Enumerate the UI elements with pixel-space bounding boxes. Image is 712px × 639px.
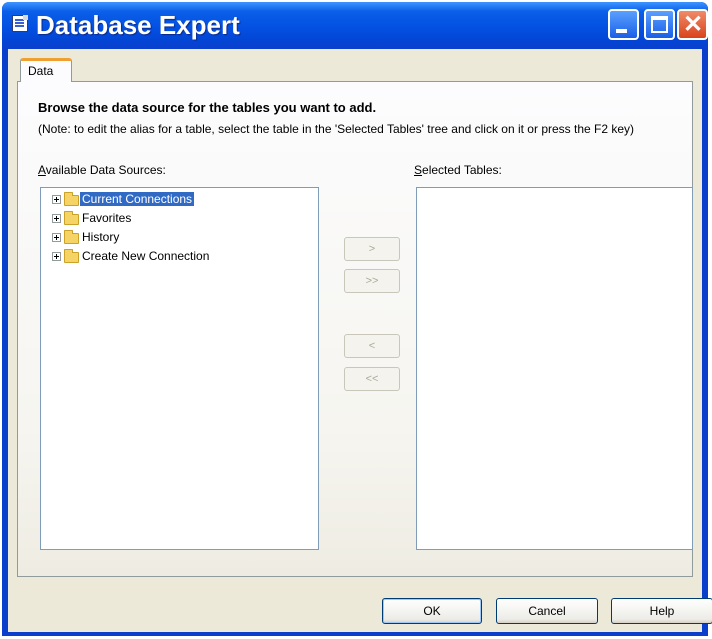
title-bar[interactable]: Database Expert ✕ [2, 2, 708, 49]
add-table-button[interactable]: > [344, 237, 400, 261]
expand-plus-icon[interactable] [52, 214, 61, 223]
cancel-button[interactable]: Cancel [496, 598, 598, 624]
ok-button[interactable]: OK [382, 598, 482, 624]
expand-plus-icon[interactable] [52, 252, 61, 261]
instruction-heading: Browse the data source for the tables yo… [38, 100, 377, 115]
folder-icon [64, 211, 79, 225]
folder-icon [64, 192, 79, 206]
available-label-text: vailable Data Sources: [45, 163, 166, 177]
database-expert-window: Database Expert ✕ Data Browse the data s… [2, 2, 712, 636]
tab-data[interactable]: Data [20, 58, 72, 82]
tree-item-label[interactable]: Current Connections [80, 192, 195, 206]
close-button[interactable]: ✕ [677, 9, 708, 40]
alias-note: (Note: to edit the alias for a table, se… [38, 122, 635, 136]
help-button[interactable]: Help [611, 598, 712, 624]
tree-item-label[interactable]: Create New Connection [80, 249, 211, 263]
app-icon[interactable] [12, 15, 28, 32]
add-all-tables-button[interactable]: >> [344, 269, 400, 293]
remove-table-button[interactable]: < [344, 334, 400, 358]
available-data-sources-label: Available Data Sources: [38, 163, 166, 177]
available-accelerator-key: A [38, 163, 46, 177]
selected-accelerator-key: S [414, 163, 423, 177]
maximize-button[interactable] [644, 9, 675, 40]
window-title: Database Expert [36, 10, 240, 40]
expand-plus-icon[interactable] [52, 195, 61, 204]
folder-icon [64, 230, 79, 244]
selected-tables-label: Selected Tables: [414, 163, 502, 177]
minimize-button[interactable] [608, 9, 639, 40]
tree-item-label[interactable]: Favorites [80, 211, 133, 225]
selected-tables-tree[interactable] [416, 187, 693, 550]
folder-icon [64, 249, 79, 263]
available-data-sources-tree[interactable]: Current Connections Favorites History Cr… [40, 187, 319, 550]
maximize-icon [651, 16, 668, 33]
selected-label-text: elected Tables: [422, 163, 502, 177]
expand-plus-icon[interactable] [52, 233, 61, 242]
dialog-client-area: Data Browse the data source for the tabl… [8, 49, 712, 632]
remove-all-tables-button[interactable]: << [344, 367, 400, 391]
close-icon: ✕ [683, 11, 704, 38]
minimize-icon [616, 29, 627, 33]
tree-item-label[interactable]: History [80, 230, 121, 244]
tab-data-label: Data [28, 64, 54, 78]
